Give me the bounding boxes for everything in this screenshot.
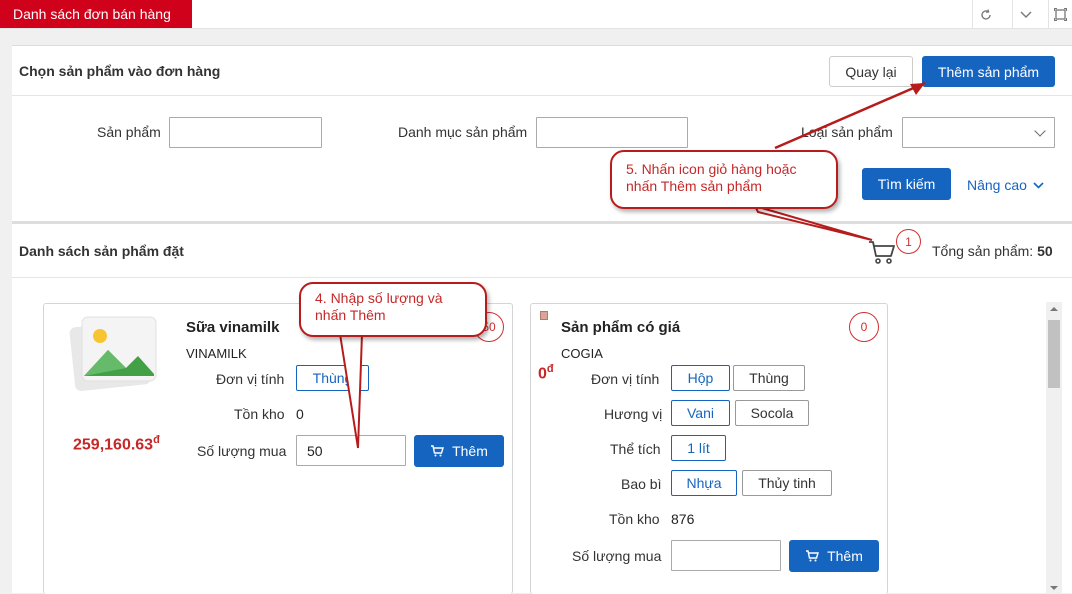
- callout-step5: 5. Nhấn icon giỏ hàng hoặc nhấn Thêm sản…: [610, 150, 838, 209]
- callout-step4: 4. Nhập số lượng và nhấn Thêm: [299, 282, 487, 337]
- annotation-arrows: [338, 81, 926, 449]
